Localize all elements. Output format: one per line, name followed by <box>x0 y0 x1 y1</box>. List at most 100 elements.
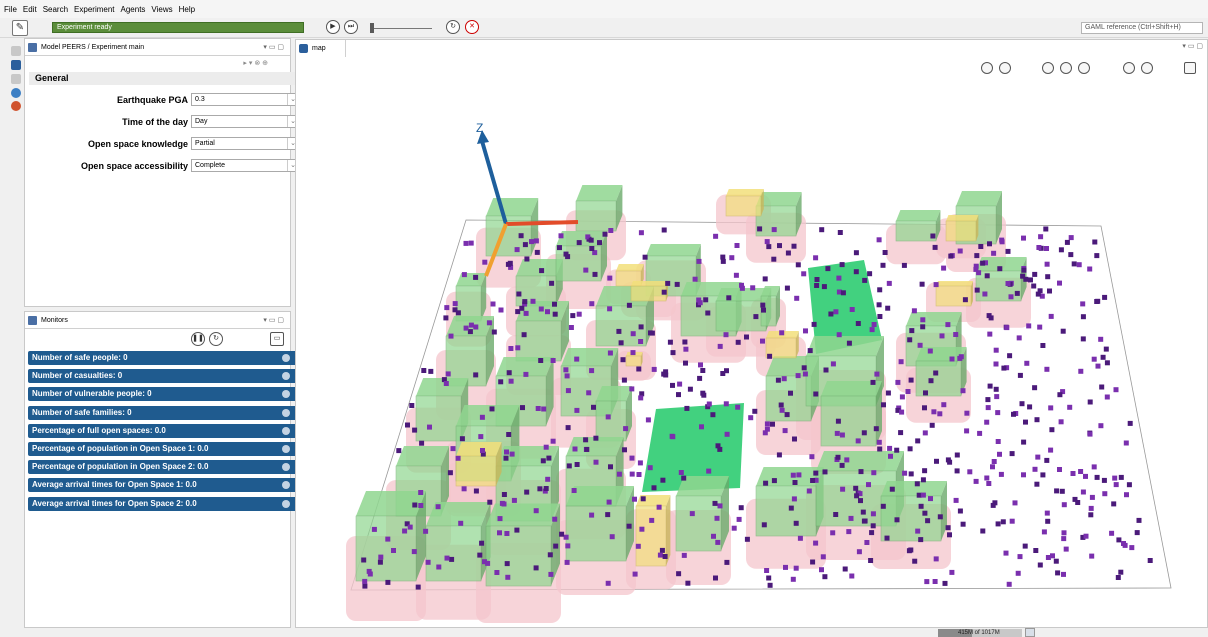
edit-icon[interactable]: ✎ <box>12 20 28 36</box>
monitor-item[interactable]: Percentage of population in Open Space 2… <box>28 460 309 475</box>
fullscreen-icon[interactable] <box>1141 62 1153 74</box>
monitor-item[interactable]: Average arrival times for Open Space 1: … <box>28 478 309 493</box>
person-agent <box>552 301 557 307</box>
panel-controls-icon[interactable]: ▾ ▭ ▢ <box>263 312 284 329</box>
person-agent <box>723 401 729 407</box>
outline-icon[interactable] <box>11 74 21 84</box>
edit-monitor-icon[interactable] <box>282 426 290 435</box>
play-icon[interactable]: ▶ <box>326 20 340 34</box>
edit-monitor-icon[interactable] <box>282 445 290 453</box>
person-agent <box>1057 280 1062 286</box>
person-agent <box>1021 267 1027 273</box>
monitor-tab-icon <box>28 316 37 325</box>
person-agent <box>523 371 529 377</box>
person-agent <box>649 517 655 523</box>
panel-controls-icon[interactable]: ▾ ▭ ▢ <box>263 39 284 56</box>
zoom-in-icon[interactable] <box>1042 62 1054 74</box>
menu-search[interactable]: Search <box>43 5 68 14</box>
person-agent <box>540 458 546 464</box>
person-agent <box>1038 234 1044 240</box>
person-agent <box>1098 336 1104 342</box>
person-agent <box>657 552 663 558</box>
pga-select[interactable]: 0.3 ⌄ <box>191 93 299 106</box>
person-agent <box>486 320 492 326</box>
person-agent <box>911 308 917 314</box>
edit-monitor-icon[interactable] <box>282 354 290 362</box>
menu-experiment[interactable]: Experiment <box>74 5 114 14</box>
speed-slider-track[interactable] <box>372 28 432 29</box>
map-tab[interactable]: map <box>296 40 346 57</box>
person-agent <box>964 428 970 434</box>
person-agent <box>914 481 920 487</box>
person-agent <box>907 337 913 343</box>
edit-monitor-icon[interactable] <box>282 390 290 399</box>
close-experiment-icon[interactable]: ✕ <box>465 20 479 34</box>
map-panel-controls-icon[interactable]: ▾ ▭ ▢ <box>1182 42 1203 50</box>
edit-monitor-icon[interactable] <box>282 408 290 417</box>
person-agent <box>937 514 943 520</box>
person-agent <box>932 244 938 250</box>
section-header-general[interactable]: General <box>29 72 311 85</box>
person-agent <box>543 444 549 450</box>
person-agent <box>479 540 485 546</box>
speed-slider-knob[interactable] <box>370 23 374 33</box>
person-agent <box>869 327 875 333</box>
parameters-tab[interactable]: Model PEERS / Experiment main ▾ ▭ ▢ <box>25 39 290 56</box>
snapshot-icon[interactable] <box>1123 62 1135 74</box>
zoom-out-icon[interactable] <box>1078 62 1090 74</box>
monitor-item[interactable]: Number of safe people: 0 <box>28 351 309 365</box>
perspective-icon[interactable] <box>11 46 21 56</box>
person-agent <box>520 405 525 411</box>
monitor-item[interactable]: Number of vulnerable people: 0 <box>28 387 309 402</box>
zoom-fit-icon[interactable] <box>1060 62 1072 74</box>
time-select[interactable]: Day ⌄ <box>191 115 299 128</box>
map-3d-view[interactable]: Z <box>296 76 1207 626</box>
person-agent <box>506 370 512 376</box>
person-agent <box>1124 492 1129 498</box>
menu-agents[interactable]: Agents <box>121 5 146 14</box>
console-icon[interactable] <box>11 88 21 98</box>
pause-icon[interactable]: ❚❚ <box>191 332 205 346</box>
menu-edit[interactable]: Edit <box>23 5 37 14</box>
parameter-actions-icon[interactable]: ▸ ▾ ⊗ ⊕ <box>243 59 268 67</box>
monitor-item[interactable]: Percentage of population in Open Space 1… <box>28 442 309 456</box>
display-options-icon[interactable] <box>1184 62 1196 74</box>
pause-display-icon[interactable] <box>981 62 993 74</box>
sync-display-icon[interactable] <box>999 62 1011 74</box>
person-agent <box>1040 343 1046 348</box>
person-agent <box>1100 354 1106 360</box>
person-agent <box>901 262 907 268</box>
person-agent <box>776 452 782 458</box>
edit-monitor-icon[interactable] <box>282 481 290 490</box>
person-agent <box>1028 277 1033 283</box>
monitor-item[interactable]: Average arrival times for Open Space 2: … <box>28 496 309 511</box>
monitor-item[interactable]: Number of casualties: 0 <box>28 369 309 384</box>
knowledge-select[interactable]: Partial ⌄ <box>191 137 299 150</box>
edit-monitor-icon[interactable] <box>282 499 290 508</box>
monitor-item[interactable]: Percentage of full open spaces: 0.0 <box>28 423 309 438</box>
person-agent <box>858 498 863 504</box>
sync-icon[interactable]: ↻ <box>209 332 223 346</box>
person-agent <box>396 448 402 454</box>
garbage-collect-icon[interactable] <box>1025 628 1035 637</box>
menu-help[interactable]: Help <box>179 5 195 14</box>
menu-views[interactable]: Views <box>151 5 172 14</box>
person-agent <box>637 460 643 466</box>
person-agent <box>760 302 766 308</box>
person-agent <box>543 486 549 491</box>
step-icon[interactable]: ⏭ <box>344 20 358 34</box>
person-agent <box>563 534 569 540</box>
monitors-tab[interactable]: Monitors ▾ ▭ ▢ <box>25 312 290 329</box>
add-monitor-icon[interactable]: ▭ <box>270 332 284 346</box>
navigator-icon[interactable] <box>11 60 21 70</box>
accessibility-select[interactable]: Complete ⌄ <box>191 159 299 172</box>
edit-monitor-icon[interactable] <box>282 463 290 472</box>
person-agent <box>784 285 790 291</box>
reload-icon[interactable]: ↻ <box>446 20 460 34</box>
menu-file[interactable]: File <box>4 5 17 14</box>
monitor-item[interactable]: Number of safe families: 0 <box>28 405 309 420</box>
edit-monitor-icon[interactable] <box>282 372 290 381</box>
gaml-reference-search[interactable]: GAML reference (Ctrl+Shift+H) <box>1081 22 1203 34</box>
person-agent <box>621 377 627 383</box>
agents-icon[interactable] <box>11 101 21 111</box>
